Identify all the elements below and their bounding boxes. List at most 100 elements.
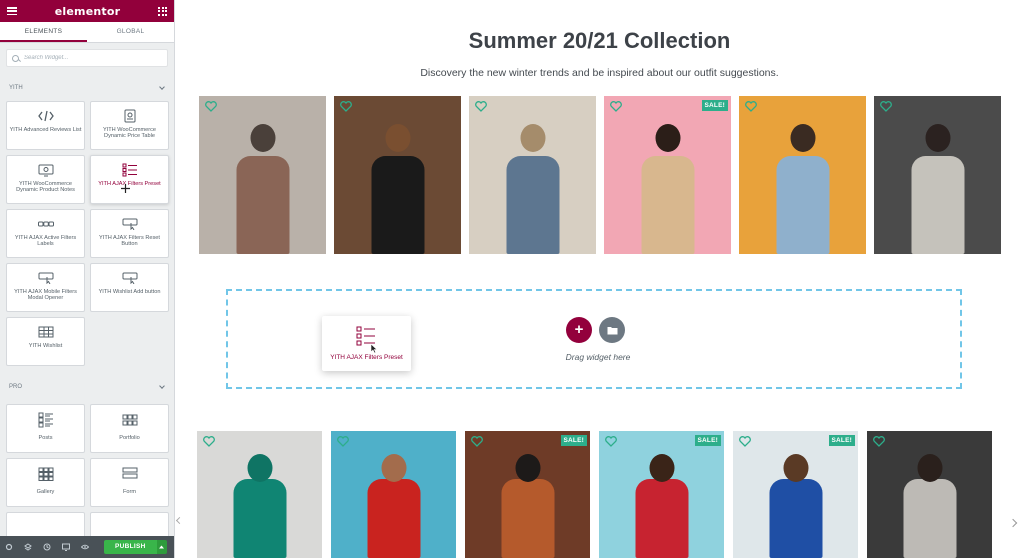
code-icon (37, 109, 54, 123)
woman-black-hat-photo[interactable]: SALE! (465, 431, 590, 558)
widget-yith-dynamic-product-notes[interactable]: YITH WooCommerce Dynamic Product Notes (6, 155, 85, 204)
search-icon (12, 54, 19, 62)
figure-body (233, 479, 286, 558)
heart-icon[interactable] (739, 436, 751, 447)
widget-yith-advanced-reviews-list[interactable]: YITH Advanced Reviews List (6, 101, 85, 150)
posts-icon (38, 412, 54, 428)
heart-icon[interactable] (337, 436, 349, 447)
woman-sweater-photo[interactable] (874, 96, 1001, 254)
move-cursor-icon (121, 184, 130, 193)
filter-list-icon (122, 163, 138, 177)
page-subtitle: Discovery the new winter trends and be i… (420, 67, 779, 79)
section-header-pro[interactable]: PRO (0, 380, 174, 394)
chevron-down-icon (159, 84, 165, 90)
heart-icon[interactable] (605, 436, 617, 447)
publish-button[interactable]: PUBLISH (104, 540, 157, 554)
sale-badge: SALE! (560, 435, 587, 446)
note-icon (38, 163, 54, 177)
heart-icon[interactable] (475, 101, 487, 112)
tab-elements[interactable]: ELEMENTS (0, 22, 87, 42)
man-red-sweater-photo[interactable] (331, 431, 456, 558)
pointer-cursor-icon (370, 343, 378, 354)
responsive-mode-icon[interactable] (62, 543, 70, 551)
widget-label: YITH WooCommerce Dynamic Price Table (102, 127, 157, 140)
sale-badge: SALE! (828, 435, 855, 446)
heart-icon[interactable] (203, 436, 215, 447)
figure-body (367, 479, 420, 558)
man-jumping-sky-photo[interactable]: SALE! (599, 431, 724, 558)
widget-yith-ajax-filters-reset-button[interactable]: YITH AJAX Filters Reset Button (90, 209, 169, 258)
section-header-yith[interactable]: YITH (0, 81, 174, 95)
preview-eye-icon[interactable] (81, 543, 89, 551)
panel-footer: PUBLISH (0, 536, 174, 558)
section-title: YITH (9, 85, 23, 91)
widget-yith-wishlist[interactable]: YITH Wishlist (6, 317, 85, 366)
woman-blue-dress-photo[interactable]: SALE! (733, 431, 858, 558)
dragged-widget[interactable]: YITH AJAX Filters Preset (322, 316, 411, 371)
panel-tabs: ELEMENTS GLOBAL (0, 22, 174, 43)
figure-body (911, 156, 964, 254)
add-template-button[interactable] (599, 317, 625, 343)
heart-icon[interactable] (205, 101, 217, 112)
navigator-icon[interactable] (24, 543, 32, 551)
woman-hat-denim-photo[interactable] (469, 96, 596, 254)
page-title: Summer 20/21 Collection (468, 28, 731, 53)
figure-body (506, 156, 559, 254)
widget-yith-ajax-active-filters-labels[interactable]: YITH AJAX Active Filters Labels (6, 209, 85, 258)
search-box (6, 49, 168, 67)
widget-portfolio[interactable]: Portfolio (90, 404, 169, 453)
man-yellow-wall-photo[interactable] (739, 96, 866, 254)
elementor-editor: elementor ELEMENTS GLOBAL YITH YITH Ad (0, 0, 1024, 558)
widget-posts[interactable]: Posts (6, 404, 85, 453)
carousel-next-icon[interactable] (1008, 518, 1018, 528)
add-section-button[interactable]: + (566, 317, 592, 343)
woman-sunglasses-photo[interactable] (334, 96, 461, 254)
widget-label: Posts (38, 435, 53, 441)
portfolio-icon (122, 412, 138, 428)
widget-label: YITH AJAX Filters Reset Button (99, 235, 160, 248)
gallery-icon (38, 466, 54, 482)
heart-icon[interactable] (745, 101, 757, 112)
menu-icon[interactable] (7, 7, 17, 15)
figure-head (515, 454, 540, 482)
widget-yith-ajax-filters-preset[interactable]: YITH AJAX Filters Preset (90, 155, 169, 204)
figure-head (917, 454, 942, 482)
search-wrapper (0, 43, 174, 67)
figure-body (641, 156, 694, 254)
history-icon[interactable] (43, 543, 51, 551)
widget-label: Form (122, 489, 137, 495)
widget-yith-wishlist-add-button[interactable]: YITH Wishlist Add button (90, 263, 169, 312)
green-handbag-photo[interactable] (197, 431, 322, 558)
woman-grey-sweater-photo[interactable] (867, 431, 992, 558)
heart-icon[interactable] (880, 101, 892, 112)
figure-body (903, 479, 956, 558)
woman-jumping-pink-photo[interactable]: SALE! (604, 96, 731, 254)
figure-head (925, 124, 950, 152)
widget-yith-ajax-mobile-filters-modal-opener[interactable]: YITH AJAX Mobile Filters Modal Opener (6, 263, 85, 312)
widget-yith-dynamic-price-table[interactable]: YITH WooCommerce Dynamic Price Table (90, 101, 169, 150)
search-input[interactable] (24, 55, 154, 61)
man-in-doorway-photo[interactable] (199, 96, 326, 254)
heart-icon[interactable] (610, 101, 622, 112)
apps-grid-icon[interactable] (158, 6, 167, 16)
figure-head (520, 124, 545, 152)
figure-head (250, 124, 275, 152)
widget-form[interactable]: Form (90, 458, 169, 507)
modal-button-icon (38, 271, 54, 285)
widget-gallery[interactable]: Gallery (6, 458, 85, 507)
figure-body (769, 479, 822, 558)
settings-icon[interactable] (5, 543, 13, 551)
heart-icon[interactable] (873, 436, 885, 447)
price-table-icon (122, 109, 138, 123)
panel-header: elementor (0, 0, 174, 22)
caret-up-icon (159, 545, 165, 549)
heart-icon[interactable] (340, 101, 352, 112)
carousel-prev-icon[interactable] (175, 516, 184, 525)
widget-label: YITH WooCommerce Dynamic Product Notes (16, 181, 75, 194)
publish-options-button[interactable] (156, 540, 167, 554)
heart-icon[interactable] (471, 436, 483, 447)
tab-global[interactable]: GLOBAL (87, 22, 174, 42)
widget-label: YITH AJAX Mobile Filters Modal Opener (14, 289, 77, 302)
table-icon (38, 325, 54, 339)
widget-label: Portfolio (119, 435, 140, 441)
